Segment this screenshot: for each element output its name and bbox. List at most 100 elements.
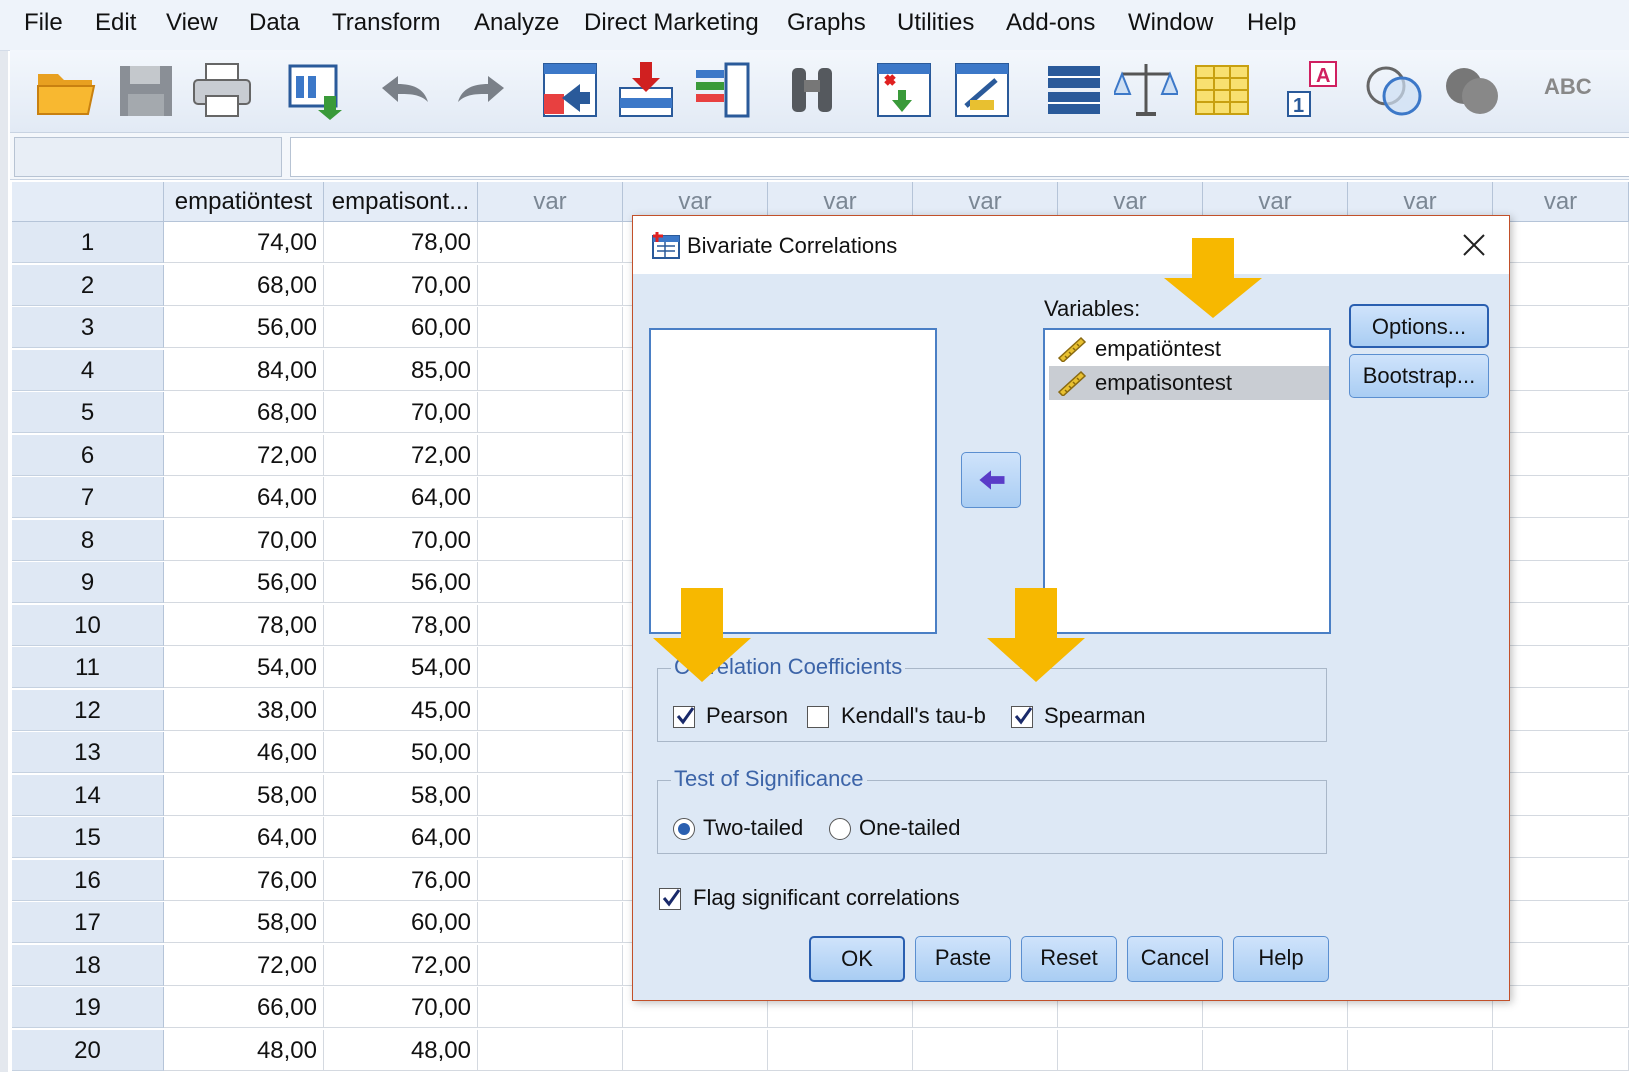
cell-empationtest[interactable]: 66,00: [164, 987, 324, 1028]
cell-empty[interactable]: [478, 902, 623, 943]
cell-empatisontest[interactable]: 70,00: [324, 987, 478, 1028]
cell-empationtest[interactable]: 72,00: [164, 944, 324, 986]
cell-empty[interactable]: [1493, 264, 1629, 306]
menu-window[interactable]: Window: [1128, 9, 1213, 37]
variables-icon[interactable]: [690, 58, 754, 122]
menu-file[interactable]: File: [24, 9, 63, 37]
row-number[interactable]: 4: [12, 349, 164, 391]
cell-empty[interactable]: [1493, 647, 1629, 688]
cell-empationtest[interactable]: 64,00: [164, 477, 324, 518]
cell-empty[interactable]: [1493, 732, 1629, 773]
cell-empty[interactable]: [478, 689, 623, 731]
cell-empty[interactable]: [1493, 859, 1629, 901]
cell-empty[interactable]: [478, 307, 623, 348]
cell-empatisontest[interactable]: 45,00: [324, 689, 478, 731]
cell-reference-box[interactable]: [14, 137, 282, 177]
menu-help[interactable]: Help: [1247, 9, 1296, 37]
cell-empty[interactable]: [913, 1029, 1058, 1071]
cell-empationtest[interactable]: 70,00: [164, 519, 324, 561]
cell-empty[interactable]: [1058, 1029, 1203, 1071]
select-cases-icon[interactable]: [1190, 58, 1254, 122]
pearson-checkbox[interactable]: [673, 706, 695, 728]
cell-empty[interactable]: [1493, 434, 1629, 476]
cell-empatisontest[interactable]: 48,00: [324, 1029, 478, 1071]
menu-transform[interactable]: Transform: [332, 9, 440, 37]
cell-empty[interactable]: [478, 434, 623, 476]
ok-button[interactable]: OK: [809, 936, 905, 982]
two-tailed-label[interactable]: Two-tailed: [703, 815, 803, 841]
variable-item-selected[interactable]: empatisontest: [1049, 366, 1329, 400]
row-number[interactable]: 11: [12, 647, 164, 688]
variable-item[interactable]: empatiöntest: [1049, 332, 1329, 366]
cell-empationtest[interactable]: 76,00: [164, 859, 324, 901]
cell-empty[interactable]: [478, 774, 623, 816]
column-header-empatisontest[interactable]: empatisont...: [324, 182, 478, 222]
row-number[interactable]: 2: [12, 264, 164, 306]
insert-variable-icon[interactable]: [950, 58, 1014, 122]
row-number[interactable]: 19: [12, 987, 164, 1028]
cell-empationtest[interactable]: 58,00: [164, 902, 324, 943]
cell-empty[interactable]: [1493, 562, 1629, 603]
cell-empationtest[interactable]: 78,00: [164, 604, 324, 646]
kendall-label[interactable]: Kendall's tau-b: [841, 703, 986, 729]
close-icon[interactable]: [1457, 228, 1491, 262]
cell-empatisontest[interactable]: 72,00: [324, 944, 478, 986]
menu-addons[interactable]: Add-ons: [1006, 9, 1095, 37]
menu-data[interactable]: Data: [249, 9, 300, 37]
row-number[interactable]: 3: [12, 307, 164, 348]
menu-graphs[interactable]: Graphs: [787, 9, 866, 37]
cell-empty[interactable]: [1493, 987, 1629, 1028]
cell-empationtest[interactable]: 48,00: [164, 1029, 324, 1071]
cell-empatisontest[interactable]: 56,00: [324, 562, 478, 603]
cancel-button[interactable]: Cancel: [1127, 936, 1223, 982]
spearman-label[interactable]: Spearman: [1044, 703, 1146, 729]
cell-empty[interactable]: [1493, 774, 1629, 816]
print-icon[interactable]: [190, 58, 254, 122]
menu-view[interactable]: View: [166, 9, 218, 37]
bootstrap-button[interactable]: Bootstrap...: [1349, 354, 1489, 398]
cell-empationtest[interactable]: 38,00: [164, 689, 324, 731]
cell-empty[interactable]: [1493, 477, 1629, 518]
cell-empty[interactable]: [1203, 1029, 1348, 1071]
cell-empty[interactable]: [478, 349, 623, 391]
cell-empty[interactable]: [1493, 222, 1629, 263]
find-icon[interactable]: [780, 58, 844, 122]
cell-empty[interactable]: [1493, 392, 1629, 433]
row-number[interactable]: 18: [12, 944, 164, 986]
spearman-checkbox[interactable]: [1011, 706, 1033, 728]
row-number[interactable]: 13: [12, 732, 164, 773]
row-number[interactable]: 8: [12, 519, 164, 561]
row-number[interactable]: 10: [12, 604, 164, 646]
kendall-checkbox[interactable]: [807, 706, 829, 728]
cell-empty[interactable]: [478, 392, 623, 433]
cell-empty[interactable]: [478, 519, 623, 561]
cell-empty[interactable]: [478, 222, 623, 263]
cell-empationtest[interactable]: 68,00: [164, 264, 324, 306]
row-number[interactable]: 16: [12, 859, 164, 901]
cell-empty[interactable]: [478, 264, 623, 306]
cell-empationtest[interactable]: 64,00: [164, 817, 324, 858]
cell-empatisontest[interactable]: 76,00: [324, 859, 478, 901]
cell-empatisontest[interactable]: 50,00: [324, 732, 478, 773]
cell-empatisontest[interactable]: 58,00: [324, 774, 478, 816]
cell-empty[interactable]: [623, 1029, 768, 1071]
row-number[interactable]: 5: [12, 392, 164, 433]
menu-analyze[interactable]: Analyze: [474, 9, 559, 37]
cell-empty[interactable]: [1493, 604, 1629, 646]
show-sets-icon[interactable]: [1440, 58, 1504, 122]
cell-empationtest[interactable]: 46,00: [164, 732, 324, 773]
cell-empty[interactable]: [478, 1029, 623, 1071]
cell-empty[interactable]: [1493, 689, 1629, 731]
column-header-var[interactable]: var: [478, 182, 623, 222]
cell-empationtest[interactable]: 74,00: [164, 222, 324, 263]
row-number[interactable]: 20: [12, 1029, 164, 1071]
cell-empatisontest[interactable]: 60,00: [324, 307, 478, 348]
cell-empationtest[interactable]: 72,00: [164, 434, 324, 476]
cell-empty[interactable]: [1348, 1029, 1493, 1071]
cell-empty[interactable]: [1493, 902, 1629, 943]
row-number[interactable]: 9: [12, 562, 164, 603]
reset-button[interactable]: Reset: [1021, 936, 1117, 982]
row-number[interactable]: 17: [12, 902, 164, 943]
cell-empationtest[interactable]: 54,00: [164, 647, 324, 688]
cell-empatisontest[interactable]: 72,00: [324, 434, 478, 476]
